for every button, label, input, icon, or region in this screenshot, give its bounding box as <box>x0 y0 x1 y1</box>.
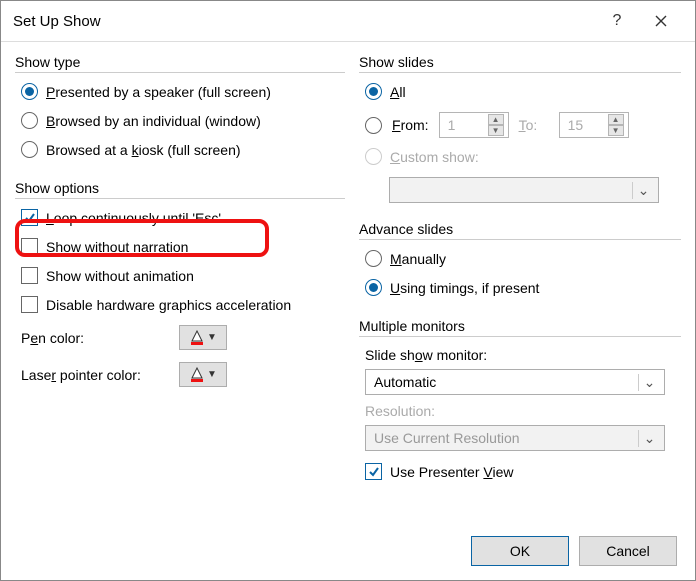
chevron-down-icon: ▼ <box>207 332 217 343</box>
radio-label: Browsed by an individual (window) <box>46 113 261 129</box>
combo-value: Automatic <box>374 374 638 390</box>
check-label: Show without narration <box>46 239 188 255</box>
from-spinner[interactable]: 1 ▲▼ <box>439 112 509 138</box>
spinner-up-icon[interactable]: ▲ <box>608 114 624 125</box>
advance-slides-heading: Advance slides <box>359 221 681 237</box>
pen-color-icon <box>189 330 205 346</box>
show-type-heading: Show type <box>15 54 345 70</box>
monitors-heading: Multiple monitors <box>359 318 681 334</box>
check-label: Show without animation <box>46 268 194 284</box>
show-slides-section: Show slides All From: 1 ▲▼ To: 15 <box>359 54 681 211</box>
checkbox-icon <box>21 267 38 284</box>
radio-browsed-individual[interactable]: Browsed by an individual (window) <box>21 112 345 129</box>
checkbox-icon <box>21 296 38 313</box>
radio-icon <box>365 279 382 296</box>
laser-color-icon <box>189 367 205 383</box>
resolution-combo: Use Current Resolution ⌄ <box>365 425 665 451</box>
radio-label: Browsed at a kiosk (full screen) <box>46 142 241 158</box>
combo-value: Use Current Resolution <box>374 430 638 446</box>
cancel-button[interactable]: Cancel <box>579 536 677 566</box>
check-disable-hw[interactable]: Disable hardware graphics acceleration <box>21 296 345 313</box>
radio-from[interactable] <box>365 117 382 134</box>
help-button[interactable]: ? <box>595 5 639 37</box>
radio-icon <box>365 148 382 165</box>
checkbox-icon <box>21 209 38 226</box>
show-type-section: Show type Presented by a speaker (full s… <box>15 54 345 170</box>
radio-timings[interactable]: Using timings, if present <box>365 279 681 296</box>
check-no-narration[interactable]: Show without narration <box>21 238 345 255</box>
monitors-section: Multiple monitors Slide show monitor: Au… <box>359 318 681 492</box>
checkbox-icon <box>365 463 382 480</box>
checkbox-icon <box>21 238 38 255</box>
pen-color-button[interactable]: ▼ <box>179 325 227 350</box>
from-label: From: <box>392 117 429 133</box>
chevron-down-icon: ⌄ <box>638 430 660 447</box>
check-label: Disable hardware graphics acceleration <box>46 297 291 313</box>
close-button[interactable] <box>639 5 683 37</box>
custom-show-combo: ⌄ <box>389 177 659 203</box>
setup-show-dialog: Set Up Show ? Show type Presented by a s… <box>0 0 696 581</box>
titlebar: Set Up Show ? <box>1 1 695 41</box>
radio-icon <box>21 141 38 158</box>
radio-label: Using timings, if present <box>390 280 539 296</box>
monitor-label: Slide show monitor: <box>365 347 681 363</box>
check-label: Use Presenter View <box>390 464 513 480</box>
chevron-down-icon: ⌄ <box>632 182 654 199</box>
close-icon <box>655 15 667 27</box>
chevron-down-icon: ⌄ <box>638 374 660 391</box>
radio-all[interactable]: All <box>365 83 681 100</box>
show-slides-heading: Show slides <box>359 54 681 70</box>
monitor-combo[interactable]: Automatic ⌄ <box>365 369 665 395</box>
laser-color-button[interactable]: ▼ <box>179 362 227 387</box>
radio-manually[interactable]: Manually <box>365 250 681 267</box>
resolution-label: Resolution: <box>365 403 681 419</box>
radio-label: Presented by a speaker (full screen) <box>46 84 271 100</box>
ok-button[interactable]: OK <box>471 536 569 566</box>
to-label: To: <box>519 117 549 133</box>
check-loop[interactable]: Loop continuously until 'Esc' <box>21 209 345 226</box>
chevron-down-icon: ▼ <box>207 369 217 380</box>
footer: OK Cancel <box>1 522 695 580</box>
window-title: Set Up Show <box>13 13 595 30</box>
radio-browsed-kiosk[interactable]: Browsed at a kiosk (full screen) <box>21 141 345 158</box>
from-value: 1 <box>448 117 488 133</box>
spinner-down-icon[interactable]: ▼ <box>488 125 504 136</box>
check-no-animation[interactable]: Show without animation <box>21 267 345 284</box>
show-options-heading: Show options <box>15 180 345 196</box>
spinner-up-icon[interactable]: ▲ <box>488 114 504 125</box>
to-spinner[interactable]: 15 ▲▼ <box>559 112 629 138</box>
radio-label: Custom show: <box>390 149 479 165</box>
radio-icon <box>21 112 38 129</box>
check-presenter-view[interactable]: Use Presenter View <box>365 463 681 480</box>
radio-presented[interactable]: Presented by a speaker (full screen) <box>21 83 345 100</box>
show-options-section: Show options Loop continuously until 'Es… <box>15 180 345 399</box>
advance-slides-section: Advance slides Manually Using timings, i… <box>359 221 681 308</box>
radio-icon <box>365 250 382 267</box>
radio-custom-show: Custom show: <box>365 148 681 165</box>
radio-icon <box>21 83 38 100</box>
to-value: 15 <box>568 117 608 133</box>
spinner-down-icon[interactable]: ▼ <box>608 125 624 136</box>
laser-color-label: Laser pointer color: <box>21 367 171 383</box>
radio-label: Manually <box>390 251 446 267</box>
radio-label: All <box>390 84 406 100</box>
check-label: Loop continuously until 'Esc' <box>46 210 221 226</box>
pen-color-label: Pen color: <box>21 330 171 346</box>
radio-icon <box>365 83 382 100</box>
